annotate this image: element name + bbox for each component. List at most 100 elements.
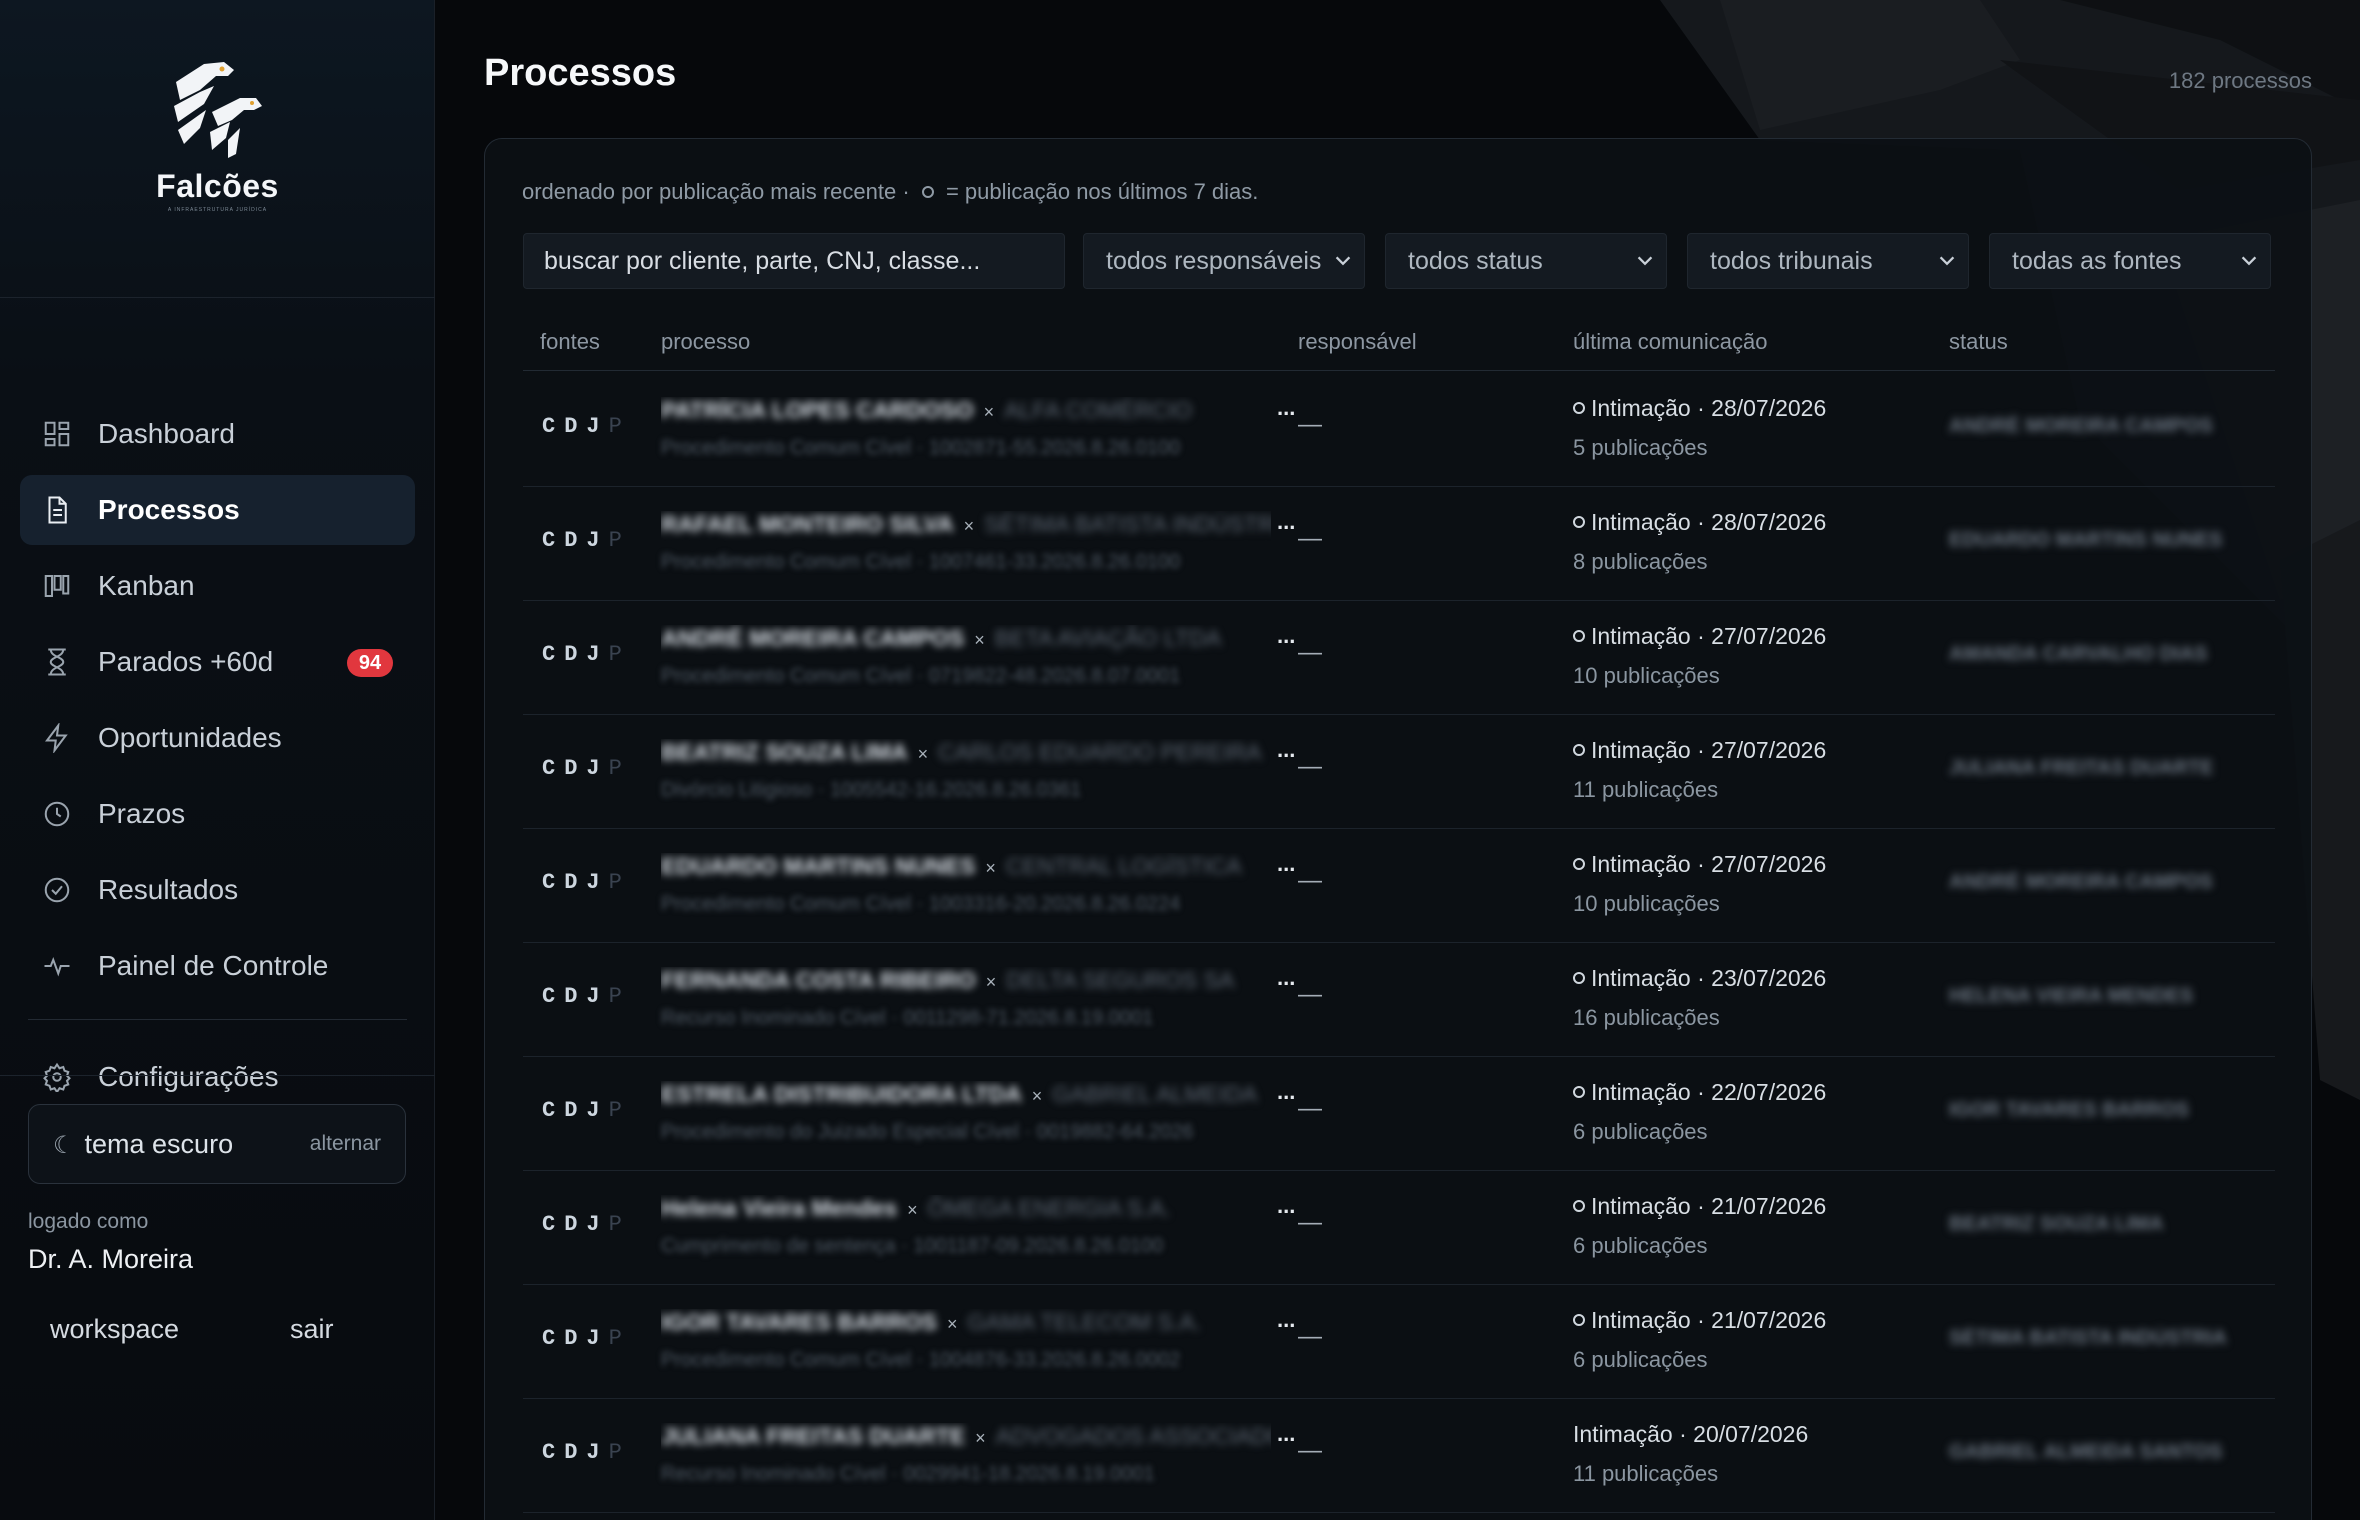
theme-toggle-button[interactable]: alternar bbox=[310, 1132, 381, 1156]
more-icon[interactable]: ... bbox=[1277, 1307, 1295, 1333]
falcon-logo-icon[interactable] bbox=[170, 60, 266, 160]
sidebar-item-resultados[interactable]: Resultados bbox=[20, 855, 415, 925]
table-row[interactable]: CDJP Helena Vieira Mendes × ÔMEGA ENERGIA S… bbox=[523, 1171, 2275, 1285]
sidebar-item-prazos[interactable]: Prazos bbox=[20, 779, 415, 849]
communication-text: Intimação · 22/07/2026 bbox=[1591, 1079, 1827, 1105]
status-value: HELENA VIEIRA MENDES bbox=[1949, 985, 2194, 1007]
gear-icon bbox=[42, 1062, 72, 1094]
sidebar-item-label: Painel de Controle bbox=[98, 950, 329, 981]
sidebar-item-configuracoes[interactable]: Configurações bbox=[20, 1042, 415, 1112]
more-icon[interactable]: ... bbox=[1277, 851, 1295, 877]
sidebar-item-kanban[interactable]: Kanban bbox=[20, 551, 415, 621]
source-active: CDJ bbox=[542, 1098, 609, 1123]
opposing-party: CARLOS EDUARDO PEREIRA bbox=[938, 739, 1262, 765]
recent-marker-icon bbox=[1573, 516, 1585, 528]
source-flags: CDJP bbox=[542, 1098, 631, 1123]
recent-marker-icon bbox=[1573, 402, 1585, 414]
recent-marker-icon bbox=[1573, 858, 1585, 870]
chevron-down-icon bbox=[1936, 250, 1958, 272]
table-row[interactable]: CDJP ESTRELA DISTRIBUIDORA LTDA × GABRIEL A… bbox=[523, 1057, 2275, 1171]
table-row[interactable]: CDJP EDUARDO MARTINS NUNES × CENTRAL LOGÍST… bbox=[523, 829, 2275, 943]
processes-panel: ordenado por publicação mais recente · =… bbox=[484, 138, 2312, 1520]
versus-icon: × bbox=[907, 1200, 918, 1220]
responsavel-filter[interactable]: todos responsáveis bbox=[1083, 233, 1365, 289]
table-row[interactable]: CDJP IGOR TAVARES BARROS × GAMA TELECOM S.A… bbox=[523, 1285, 2275, 1399]
more-icon[interactable]: ... bbox=[1277, 509, 1295, 535]
table-row[interactable]: CDJP RAFAEL MONTEIRO SILVA × SÉTIMA BATISTA… bbox=[523, 487, 2275, 601]
versus-icon: × bbox=[983, 402, 995, 422]
process-parties[interactable]: FERNANDA COSTA RIBEIRO × DELTA SEGUROS SA bbox=[661, 967, 1271, 1001]
sidebar-item-painel[interactable]: Painel de Controle bbox=[20, 931, 415, 1001]
process-parties[interactable]: PATRÍCIA LOPES CARDOSO × ALFA COMÉRCIO bbox=[661, 397, 1271, 431]
process-parties[interactable]: JULIANA FREITAS DUARTE × ADVOGADOS ASSOCIA… bbox=[661, 1423, 1271, 1457]
table-row[interactable]: CDJP ANDRÉ MOREIRA CAMPOS × BETA AVIAÇÃO LT… bbox=[523, 601, 2275, 715]
communication-text: Intimação · 27/07/2026 bbox=[1591, 851, 1827, 877]
source-filter[interactable]: todas as fontes bbox=[1989, 233, 2271, 289]
more-icon[interactable]: ... bbox=[1277, 623, 1295, 649]
publication-count: 16 publicações bbox=[1573, 1005, 1720, 1030]
process-parties[interactable]: RAFAEL MONTEIRO SILVA × SÉTIMA BATISTA IND… bbox=[661, 511, 1271, 545]
process-parties[interactable]: Helena Vieira Mendes × ÔMEGA ENERGIA S.A. bbox=[661, 1195, 1271, 1229]
column-comunicacao[interactable]: última comunicação bbox=[1573, 329, 1767, 355]
party-name: RAFAEL MONTEIRO SILVA bbox=[661, 511, 954, 537]
sidebar-item-label: Resultados bbox=[98, 874, 239, 905]
source-flags: CDJP bbox=[542, 528, 631, 553]
sidebar-item-label: Dashboard bbox=[98, 418, 235, 449]
more-icon[interactable]: ... bbox=[1277, 737, 1295, 763]
table-row[interactable]: CDJP BEATRIZ SOUZA LIMA × CARLOS EDUARDO PE… bbox=[523, 715, 2275, 829]
theme-switch[interactable]: ☾ tema escuro alternar bbox=[28, 1104, 406, 1184]
sidebar-item-processos[interactable]: Processos bbox=[20, 475, 415, 545]
sidebar-item-label: Processos bbox=[98, 494, 240, 525]
opposing-party: BETA AVIAÇÃO LTDA bbox=[994, 625, 1222, 651]
sidebar-item-oportunidades[interactable]: Oportunidades bbox=[20, 703, 415, 773]
table-row[interactable]: CDJP FERNANDA COSTA RIBEIRO × DELTA SEGUROS… bbox=[523, 943, 2275, 1057]
last-communication: Intimação · 23/07/2026 bbox=[1573, 965, 1826, 992]
pulse-icon bbox=[42, 951, 72, 981]
column-fontes[interactable]: fontes bbox=[540, 329, 600, 355]
recent-marker-icon bbox=[1573, 972, 1585, 984]
more-icon[interactable]: ... bbox=[1277, 1193, 1295, 1219]
hourglass-icon bbox=[42, 647, 72, 677]
process-parties[interactable]: BEATRIZ SOUZA LIMA × CARLOS EDUARDO PEREIR… bbox=[661, 739, 1271, 773]
process-parties[interactable]: ANDRÉ MOREIRA CAMPOS × BETA AVIAÇÃO LTDA bbox=[661, 625, 1271, 659]
responsible: — bbox=[1298, 867, 1322, 894]
column-status[interactable]: status bbox=[1949, 329, 2008, 355]
table-row[interactable]: CDJP JULIANA FREITAS DUARTE × ADVOGADOS ASS… bbox=[523, 1399, 2275, 1513]
more-icon[interactable]: ... bbox=[1277, 965, 1295, 991]
recent-marker-icon bbox=[921, 186, 934, 198]
more-icon[interactable]: ... bbox=[1277, 1079, 1295, 1105]
process-table-body: CDJP PATRÍCIA LOPES CARDOSO × ALFA COMÉRCIO… bbox=[523, 373, 2275, 1513]
process-class: Procedimento Comum Cível · 1007461-33.20… bbox=[661, 551, 1181, 573]
status-value: GABRIEL ALMEIDA SANTOS bbox=[1949, 1441, 2223, 1463]
search-input[interactable] bbox=[523, 233, 1065, 289]
workspace-link[interactable]: workspace bbox=[50, 1314, 179, 1345]
opposing-party: ÔMEGA ENERGIA S.A. bbox=[927, 1195, 1171, 1221]
last-communication: Intimação · 20/07/2026 bbox=[1573, 1421, 1808, 1448]
column-responsavel[interactable]: responsável bbox=[1298, 329, 1417, 355]
source-active: CDJ bbox=[542, 756, 609, 781]
opposing-party: ALFA COMÉRCIO bbox=[1004, 397, 1193, 423]
process-class: Cumprimento de sentença · 1001187-09.202… bbox=[661, 1235, 1164, 1257]
versus-icon: × bbox=[963, 516, 975, 536]
status-filter[interactable]: todos status bbox=[1385, 233, 1667, 289]
publication-count: 6 publicações bbox=[1573, 1233, 1708, 1258]
sidebar-item-parados[interactable]: Parados +60d 94 bbox=[20, 627, 415, 697]
process-parties[interactable]: ESTRELA DISTRIBUIDORA LTDA × GABRIEL ALMEI… bbox=[661, 1081, 1271, 1115]
source-inactive: P bbox=[608, 528, 631, 553]
logout-link[interactable]: sair bbox=[290, 1314, 334, 1345]
communication-text: Intimação · 20/07/2026 bbox=[1573, 1421, 1809, 1447]
versus-icon: × bbox=[985, 972, 997, 992]
tribunal-filter[interactable]: todos tribunais bbox=[1687, 233, 1969, 289]
recent-marker-icon bbox=[1573, 744, 1585, 756]
recent-marker-icon bbox=[1573, 1314, 1585, 1326]
more-icon[interactable]: ... bbox=[1277, 1421, 1295, 1447]
process-parties[interactable]: EDUARDO MARTINS NUNES × CENTRAL LOGÍSTICA bbox=[661, 853, 1271, 887]
source-inactive: P bbox=[608, 756, 631, 781]
communication-text: Intimação · 27/07/2026 bbox=[1591, 737, 1827, 763]
column-processo[interactable]: processo bbox=[661, 329, 750, 355]
table-row[interactable]: CDJP PATRÍCIA LOPES CARDOSO × ALFA COMÉRCIO… bbox=[523, 373, 2275, 487]
process-parties[interactable]: IGOR TAVARES BARROS × GAMA TELECOM S.A. bbox=[661, 1309, 1271, 1343]
sidebar-item-dashboard[interactable]: Dashboard bbox=[20, 399, 415, 469]
more-icon[interactable]: ... bbox=[1277, 395, 1295, 421]
responsible: — bbox=[1298, 1437, 1322, 1464]
